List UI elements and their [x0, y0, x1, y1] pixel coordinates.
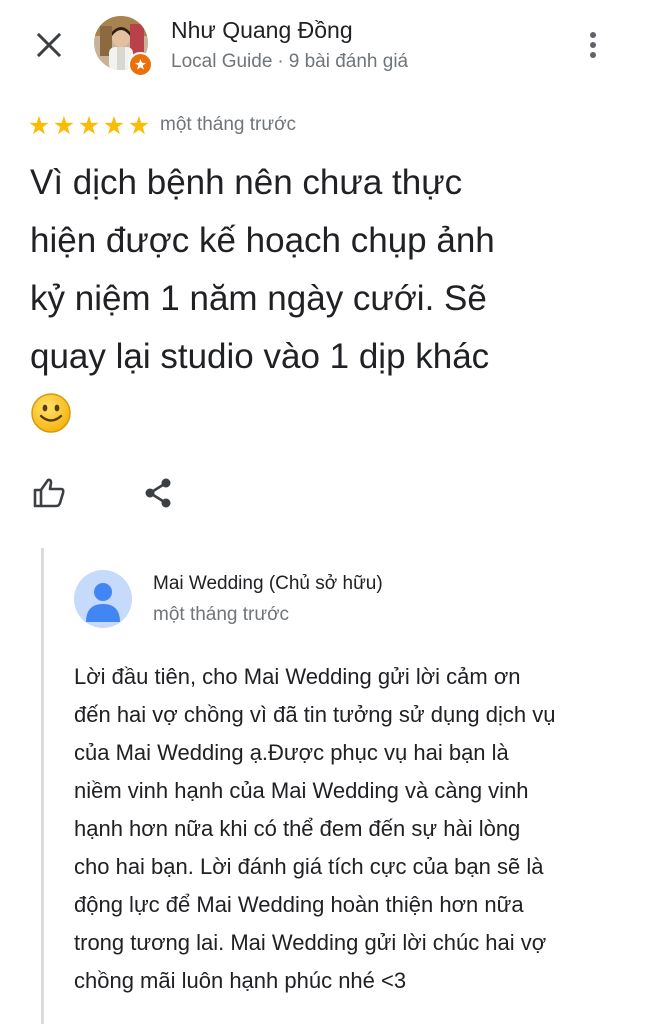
reply-text-line: trong tương lai. Mai Wedding gửi lời chú… — [74, 930, 547, 955]
star-icon: ★ — [77, 112, 101, 140]
owner-reply-text: Lời đầu tiên, cho Mai Wedding gửi lời cả… — [74, 658, 634, 1000]
thumb-up-icon — [33, 478, 65, 508]
close-button[interactable] — [30, 26, 68, 64]
person-avatar-icon — [86, 583, 120, 622]
reply-text-line: động lực để Mai Wedding hoàn thiện hơn n… — [74, 892, 524, 917]
more-vert-icon — [590, 32, 596, 58]
reply-text-line: niềm vinh hạnh của Mai Wedding và càng v… — [74, 778, 529, 803]
author-name[interactable]: Như Quang Đồng — [171, 17, 353, 44]
reply-text-line: hạnh hơn nữa khi có thể đem đến sự hài l… — [74, 816, 521, 841]
reply-divider — [41, 548, 44, 1024]
star-icon: ★ — [52, 112, 76, 140]
author-meta: Local Guide · 9 bài đánh giá — [171, 51, 408, 73]
like-button[interactable] — [30, 474, 68, 512]
star-icon: ★ — [127, 112, 151, 140]
reply-text-line: chồng mãi luôn hạnh phúc nhé <3 — [74, 968, 407, 993]
meta-separator: · — [277, 51, 284, 72]
local-guide-badge-icon — [128, 52, 153, 77]
review-text-line: Vì dịch bệnh nên chưa thực — [30, 163, 463, 202]
author-review-count: 9 bài đánh giá — [288, 51, 409, 72]
review-emoji-line — [30, 386, 630, 444]
owner-name[interactable]: Mai Wedding (Chủ sở hữu) — [153, 573, 383, 595]
reply-text-line: cho hai bạn. Lời đánh giá tích cực của b… — [74, 854, 544, 879]
review-text: Vì dịch bệnh nên chưa thực hiện được kế … — [30, 154, 630, 444]
close-icon — [36, 32, 62, 58]
owner-reply-time: một tháng trước — [153, 604, 290, 625]
owner-avatar[interactable] — [74, 570, 132, 628]
share-button[interactable] — [139, 474, 177, 512]
review-time: một tháng trước — [160, 114, 297, 135]
share-icon — [145, 478, 171, 508]
review-detail-page: Như Quang Đồng Local Guide · 9 bài đánh gi… — [0, 0, 659, 1024]
star-icon: ★ — [102, 112, 126, 140]
star-rating: ★ ★ ★ ★ ★ — [27, 114, 151, 139]
review-text-line: quay lại studio vào 1 dịp khác — [30, 337, 490, 376]
reply-text-line: của Mai Wedding ạ.Được phục vụ hai bạn l… — [74, 740, 509, 765]
author-level: Local Guide — [171, 51, 273, 72]
reply-text-line: đến hai vợ chồng vì đã tin tưởng sử dụng… — [74, 702, 556, 727]
reply-text-line: Lời đầu tiên, cho Mai Wedding gửi lời cả… — [74, 664, 521, 689]
star-icon: ★ — [27, 112, 51, 140]
more-options-button[interactable] — [578, 26, 608, 64]
review-text-line: kỷ niệm 1 năm ngày cưới. Sẽ — [30, 279, 487, 318]
smiley-icon — [31, 393, 71, 433]
review-text-line: hiện được kế hoạch chụp ảnh — [30, 221, 495, 260]
